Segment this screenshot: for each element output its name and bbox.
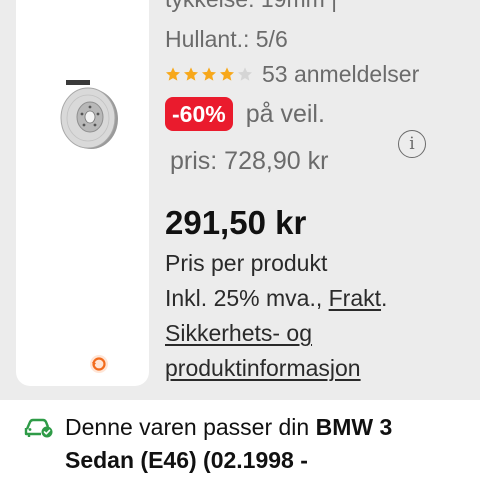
star-icon	[184, 67, 198, 81]
price-per-product: Pris per produkt	[165, 250, 328, 276]
rating-row[interactable]: 53 anmeldelser	[165, 60, 419, 88]
product-image-card[interactable]	[16, 0, 149, 386]
star-rating	[165, 66, 253, 82]
vat-line: Inkl. 25% mva., Frakt.	[165, 285, 387, 312]
car-check-icon	[24, 418, 53, 438]
fitment-car-model: BMW 3	[315, 414, 393, 440]
safety-info-link[interactable]: Sikkerhets- og	[165, 320, 312, 347]
star-icon	[220, 67, 234, 81]
shipping-link[interactable]: Frakt	[329, 285, 381, 311]
star-icon	[202, 67, 216, 81]
star-empty-icon	[238, 67, 252, 81]
rrp-price: pris: 728,90 kr	[170, 147, 329, 175]
fitment-prefix: Denne varen passer din	[65, 414, 316, 440]
view-360-icon[interactable]	[88, 353, 110, 375]
product-price: 291,50 kr	[165, 204, 307, 241]
vat-text: Inkl. 25% mva.,	[165, 285, 329, 311]
reviews-count[interactable]: 53 anmeldelser	[262, 61, 419, 88]
spec-holes: Hullant.: 5/6	[165, 26, 288, 52]
star-icon	[166, 67, 180, 81]
fitment-banner: Denne varen passer din BMW 3 Sedan (E46)…	[0, 400, 480, 480]
fitment-car-details: Sedan (E46) (02.1998 -	[65, 447, 308, 473]
discount-row: -60% på veil.	[165, 97, 325, 131]
vat-period: .	[381, 285, 388, 311]
safety-info-link-cont[interactable]: produktinformasjon	[165, 355, 361, 382]
info-icon[interactable]: i	[398, 130, 426, 158]
rrp-prefix: på veil.	[245, 99, 325, 128]
spec-thickness: tykkelse: 19mm |	[165, 0, 337, 13]
discount-badge: -60%	[165, 97, 233, 131]
product-top-area: tykkelse: 19mm | Hullant.: 5/6 53 anmeld…	[0, 0, 480, 400]
brake-disc-image[interactable]	[52, 72, 124, 156]
fitment-text: Denne varen passer din BMW 3	[65, 414, 392, 441]
